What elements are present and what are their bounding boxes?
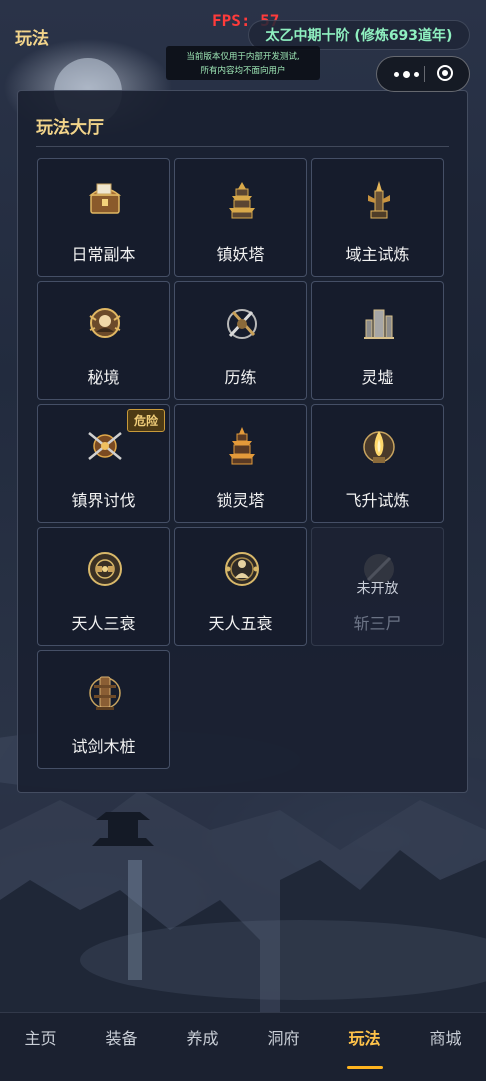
nav-home[interactable]: 主页: [0, 1013, 81, 1065]
nav-cultivation[interactable]: 养成: [162, 1013, 243, 1065]
card-three-decays[interactable]: 天人三衰: [37, 527, 170, 646]
nav-cave-abode[interactable]: 洞府: [243, 1013, 324, 1065]
wooden-dummy-icon: [89, 676, 121, 710]
card-label: 域主试炼: [345, 245, 410, 264]
card-label: 灵墟: [361, 368, 394, 387]
card-spirit-lock-tower[interactable]: 锁灵塔: [174, 404, 307, 523]
bottom-navigation: 主页 装备 养成 洞府 玩法 商城: [0, 1012, 486, 1081]
card-ascension-trial[interactable]: 飞升试炼: [311, 404, 444, 523]
spirit-lock-tower-icon: [229, 427, 255, 465]
card-training-dummy[interactable]: 试剑木桩: [37, 650, 170, 769]
card-five-decays[interactable]: 天人五衰: [174, 527, 307, 646]
card-label: 日常副本: [71, 245, 136, 264]
not-open-label: 未开放: [356, 581, 399, 597]
panel-title: 玩法大厅: [36, 118, 104, 138]
panel-divider: [36, 146, 449, 147]
card-label: 历练: [224, 368, 257, 387]
training-weapons-icon: [227, 309, 257, 339]
card-secret-realm[interactable]: 秘境: [37, 281, 170, 400]
nav-equipment[interactable]: 装备: [81, 1013, 162, 1065]
spirit-ruins-icon: [364, 309, 394, 339]
danger-badge: 危险: [126, 409, 165, 432]
mystic-realm-icon: [89, 308, 121, 338]
card-daily-dungeon[interactable]: 日常副本: [37, 158, 170, 277]
card-realm-expedition[interactable]: 镇界讨伐 危险: [37, 404, 170, 523]
dev-notice-line-2: 所有内容均不面向用户: [200, 66, 286, 76]
deity-emblem-icon: [225, 552, 259, 586]
card-label: 天人五衰: [208, 614, 273, 633]
pagoda-icon: [229, 182, 255, 219]
card-domain-trial[interactable]: 域主试炼: [311, 158, 444, 277]
gameplay-hall-panel: 玩法大厅 日常副本 镇妖塔 域主试炼 秘境 历练 灵墟 镇界讨伐 危险 锁灵塔 …: [17, 90, 468, 793]
bagua-emblem-icon: [88, 552, 122, 586]
capsule-divider: [424, 66, 425, 82]
close-target-icon[interactable]: [437, 65, 453, 81]
page-title: 玩法: [15, 29, 49, 49]
card-label: 锁灵塔: [216, 491, 265, 510]
nav-gameplay[interactable]: 玩法: [324, 1013, 405, 1065]
dev-notice: 当前版本仅用于内部开发测试, 所有内容均不面向用户: [166, 46, 320, 80]
treasure-chest-icon: [88, 183, 122, 214]
ascension-flame-icon: [363, 431, 395, 463]
card-slay-three-corpses[interactable]: 未开放 斩三尸: [311, 527, 444, 646]
card-demon-tower[interactable]: 镇妖塔: [174, 158, 307, 277]
mini-program-capsule: [376, 56, 470, 92]
card-label: 镇界讨伐: [71, 491, 136, 510]
card-label: 飞升试炼: [345, 491, 410, 510]
spire-tower-icon: [368, 181, 390, 219]
crossed-blades-icon: [88, 432, 122, 460]
card-spirit-ruins[interactable]: 灵墟: [311, 281, 444, 400]
active-tab-indicator: [347, 1066, 383, 1069]
card-label: 天人三衰: [71, 614, 136, 633]
card-label: 试剑木桩: [71, 737, 136, 756]
dev-notice-line-1: 当前版本仅用于内部开发测试,: [186, 52, 300, 62]
nav-shop[interactable]: 商城: [405, 1013, 486, 1065]
card-label: 镇妖塔: [216, 245, 265, 264]
card-training[interactable]: 历练: [174, 281, 307, 400]
card-label: 秘境: [87, 368, 120, 387]
more-menu-icon[interactable]: [389, 57, 423, 91]
card-label: 斩三尸: [353, 614, 402, 633]
